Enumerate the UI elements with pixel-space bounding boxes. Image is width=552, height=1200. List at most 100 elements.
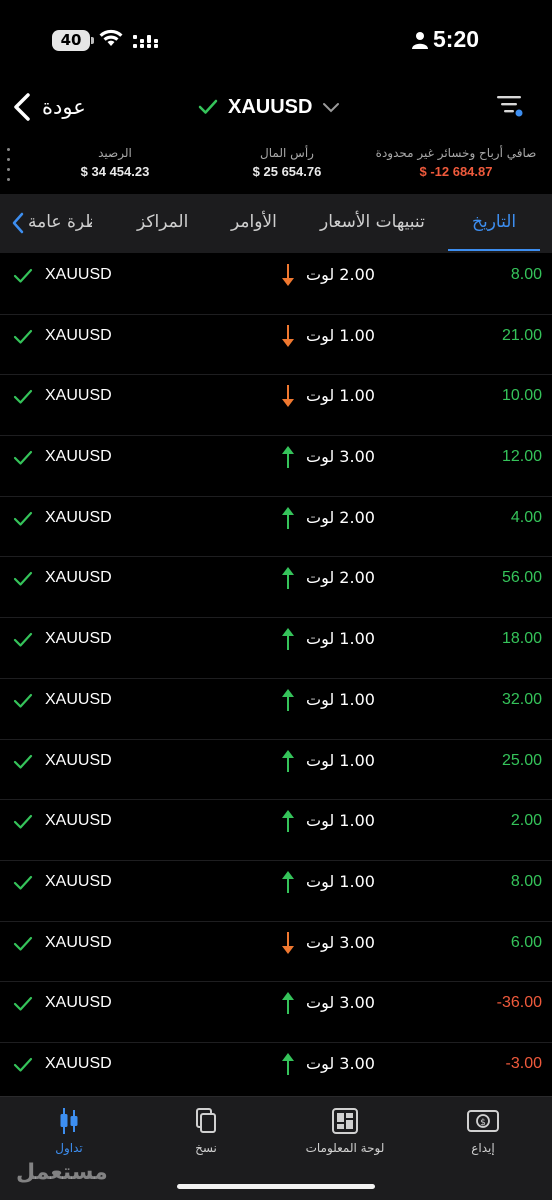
nav-copy-label: نسخ	[195, 1141, 217, 1155]
trade-row[interactable]: XAUUSD 3.00 لوت -36.00	[0, 982, 552, 1043]
trade-profit: 32.00	[501, 690, 542, 708]
symbol-title: XAUUSD	[228, 95, 313, 118]
trade-symbol: XAUUSD	[45, 508, 112, 526]
trade-row[interactable]: XAUUSD 2.00 لوت 4.00	[0, 497, 552, 558]
back-label: عودة	[42, 95, 86, 119]
filter-icon[interactable]	[496, 94, 526, 120]
trade-profit: 18.00	[501, 630, 542, 648]
status-bar: 40 5:20	[0, 0, 552, 80]
trade-row[interactable]: XAUUSD 1.00 لوت 18.00	[0, 618, 552, 679]
drag-handle-icon[interactable]	[7, 148, 11, 188]
trade-profit: 21.00	[501, 326, 542, 344]
trade-row[interactable]: XAUUSD 2.00 لوت 8.00	[0, 254, 552, 315]
trade-row[interactable]: XAUUSD 3.00 لوت -3.00	[0, 1043, 552, 1104]
chevron-left-icon[interactable]	[11, 212, 25, 234]
trade-profit: 6.00	[510, 933, 542, 951]
arrow-up-icon	[282, 446, 294, 469]
trade-symbol: XAUUSD	[45, 812, 112, 830]
copy-icon	[196, 1108, 216, 1133]
trade-row[interactable]: XAUUSD 1.00 لوت 2.00	[0, 800, 552, 861]
trade-row[interactable]: XAUUSD 1.00 لوت 8.00	[0, 861, 552, 922]
arrow-down-icon	[282, 931, 294, 954]
symbol-selector[interactable]: XAUUSD	[198, 92, 340, 122]
balance: الرصيد $ 34 454.23	[60, 146, 170, 179]
arrow-up-icon	[282, 506, 294, 529]
trade-lot-size: 1.00 لوت	[306, 629, 375, 649]
trade-lot-size: 1.00 لوت	[306, 689, 375, 709]
check-icon	[13, 693, 33, 708]
wifi-icon	[99, 29, 123, 46]
nav-dashboard[interactable]: لوحة المعلومات	[285, 1107, 405, 1155]
chevron-down-icon	[323, 103, 340, 113]
trade-lot-size: 1.00 لوت	[306, 811, 375, 831]
equity: رأس المال $ 25 654.76	[232, 146, 342, 179]
trade-symbol: XAUUSD	[45, 690, 112, 708]
home-indicator[interactable]	[177, 1184, 375, 1189]
trade-profit: 8.00	[510, 872, 542, 890]
check-icon	[13, 329, 33, 344]
candlestick-icon	[60, 1108, 78, 1134]
check-icon	[13, 633, 33, 647]
dashboard-icon	[332, 1108, 358, 1134]
active-tab-indicator	[448, 249, 540, 251]
trade-lot-size: 2.00 لوت	[306, 568, 375, 588]
trade-row[interactable]: XAUUSD 3.00 لوت 6.00	[0, 922, 552, 983]
arrow-down-icon	[282, 324, 294, 347]
trade-profit: 4.00	[510, 508, 542, 526]
back-button[interactable]: عودة	[12, 90, 86, 124]
svg-text:$: $	[480, 1118, 486, 1128]
arrow-up-icon	[282, 628, 294, 651]
trade-row[interactable]: XAUUSD 1.00 لوت 21.00	[0, 315, 552, 376]
trade-lot-size: 2.00 لوت	[306, 507, 375, 527]
tab-positions[interactable]: المراكز	[137, 194, 188, 253]
trade-lot-size: 2.00 لوت	[306, 265, 375, 284]
arrow-up-icon	[282, 688, 294, 711]
trade-symbol: XAUUSD	[45, 994, 112, 1012]
tab-price-alerts[interactable]: تنبيهات الأسعار	[320, 194, 425, 253]
trade-profit: 25.00	[501, 751, 542, 769]
trade-symbol: XAUUSD	[45, 933, 112, 951]
trade-lot-size: 1.00 لوت	[306, 386, 375, 406]
trade-symbol: XAUUSD	[45, 387, 112, 405]
tab-overview[interactable]: نظرة عامة	[28, 194, 92, 253]
check-icon	[13, 390, 33, 404]
trade-row[interactable]: XAUUSD 2.00 لوت 56.00	[0, 557, 552, 619]
nav-deposit[interactable]: $ إيداع	[423, 1107, 543, 1155]
unrealized-pl: صافي أرباح وخسائر غير محدودة $ -12 684.8…	[370, 146, 542, 179]
clock: 5:20	[433, 26, 480, 52]
trade-profit: 10.00	[501, 387, 542, 405]
trade-symbol: XAUUSD	[45, 569, 112, 587]
check-icon	[13, 572, 33, 587]
person-icon	[412, 32, 428, 49]
chevron-left-icon	[14, 93, 30, 121]
nav-trade[interactable]: تداول	[9, 1107, 129, 1155]
trade-lot-size: 1.00 لوت	[306, 750, 375, 770]
nav-copy[interactable]: نسخ	[146, 1107, 266, 1155]
trade-row[interactable]: XAUUSD 1.00 لوت 10.00	[0, 375, 552, 437]
trade-row[interactable]: XAUUSD 1.00 لوت 32.00	[0, 679, 552, 740]
tab-orders[interactable]: الأوامر	[231, 194, 277, 253]
trade-lot-size: 3.00 لوت	[306, 447, 375, 467]
trade-lot-size: 3.00 لوت	[306, 1053, 375, 1073]
arrow-up-icon	[282, 749, 294, 772]
trade-profit: 12.00	[501, 448, 542, 466]
trade-symbol: XAUUSD	[45, 326, 112, 344]
check-icon	[13, 511, 33, 526]
trade-row[interactable]: XAUUSD 1.00 لوت 25.00	[0, 740, 552, 801]
trade-symbol: XAUUSD	[45, 630, 112, 648]
trade-lot-size: 3.00 لوت	[306, 993, 375, 1013]
nav-trade-label: تداول	[55, 1141, 83, 1155]
check-icon	[198, 99, 218, 114]
arrow-down-icon	[282, 264, 294, 286]
trade-profit: -36.00	[496, 994, 542, 1012]
trade-profit: 8.00	[510, 266, 542, 283]
trade-row[interactable]: XAUUSD 3.00 لوت 12.00	[0, 436, 552, 497]
pl-value: $ -12 684.87	[419, 164, 493, 179]
watermark-logo: مستعمل	[16, 1160, 108, 1185]
trade-lot-size: 3.00 لوت	[306, 932, 375, 952]
trade-profit: 56.00	[501, 569, 542, 587]
trade-symbol: XAUUSD	[45, 448, 112, 466]
tab-history[interactable]: التاريخ	[472, 194, 516, 253]
nav-dashboard-label: لوحة المعلومات	[305, 1141, 385, 1155]
account-summary: الرصيد $ 34 454.23 رأس المال $ 25 654.76…	[0, 140, 552, 192]
